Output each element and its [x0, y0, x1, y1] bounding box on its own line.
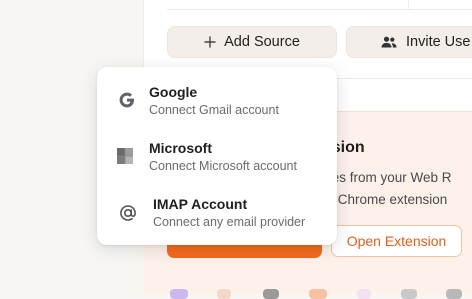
option-name: Microsoft: [149, 140, 212, 156]
app-icon: [217, 289, 231, 299]
app-icon: [170, 289, 188, 299]
option-description: Connect Microsoft account: [149, 159, 297, 173]
app-icon: [446, 289, 462, 299]
add-source-dropdown: Google Connect Gmail account Microsoft C…: [97, 67, 337, 245]
extension-description-line2: ur Chrome extension: [322, 192, 448, 207]
invite-users-label: Invite Use: [406, 34, 471, 50]
option-description: Connect Gmail account: [149, 103, 279, 117]
users-icon: [381, 36, 397, 48]
option-name: IMAP Account: [153, 196, 248, 212]
google-icon: [118, 91, 136, 109]
dropdown-option-microsoft[interactable]: Microsoft Connect Microsoft account: [97, 133, 337, 183]
dropdown-option-imap[interactable]: IMAP Account Connect any email provider: [97, 189, 337, 239]
add-source-button[interactable]: Add Source: [167, 26, 337, 58]
option-name: Google: [149, 84, 198, 100]
open-extension-button[interactable]: Open Extension: [331, 225, 462, 257]
extension-description-line1: ices from your Web R: [322, 170, 452, 185]
option-description: Connect any email provider: [153, 215, 306, 229]
add-source-label: Add Source: [224, 34, 300, 50]
app-icon: [357, 289, 371, 299]
top-divider: [167, 9, 472, 10]
at-sign-icon: [119, 204, 137, 222]
app-icon: [309, 289, 327, 299]
top-divider-segment: [408, 0, 409, 9]
dropdown-option-google[interactable]: Google Connect Gmail account: [97, 77, 337, 127]
app-icon: [401, 289, 417, 299]
microsoft-icon: [116, 147, 134, 165]
plus-icon: [204, 36, 216, 48]
invite-users-button[interactable]: Invite Use: [346, 26, 472, 58]
app-icon: [263, 289, 279, 299]
